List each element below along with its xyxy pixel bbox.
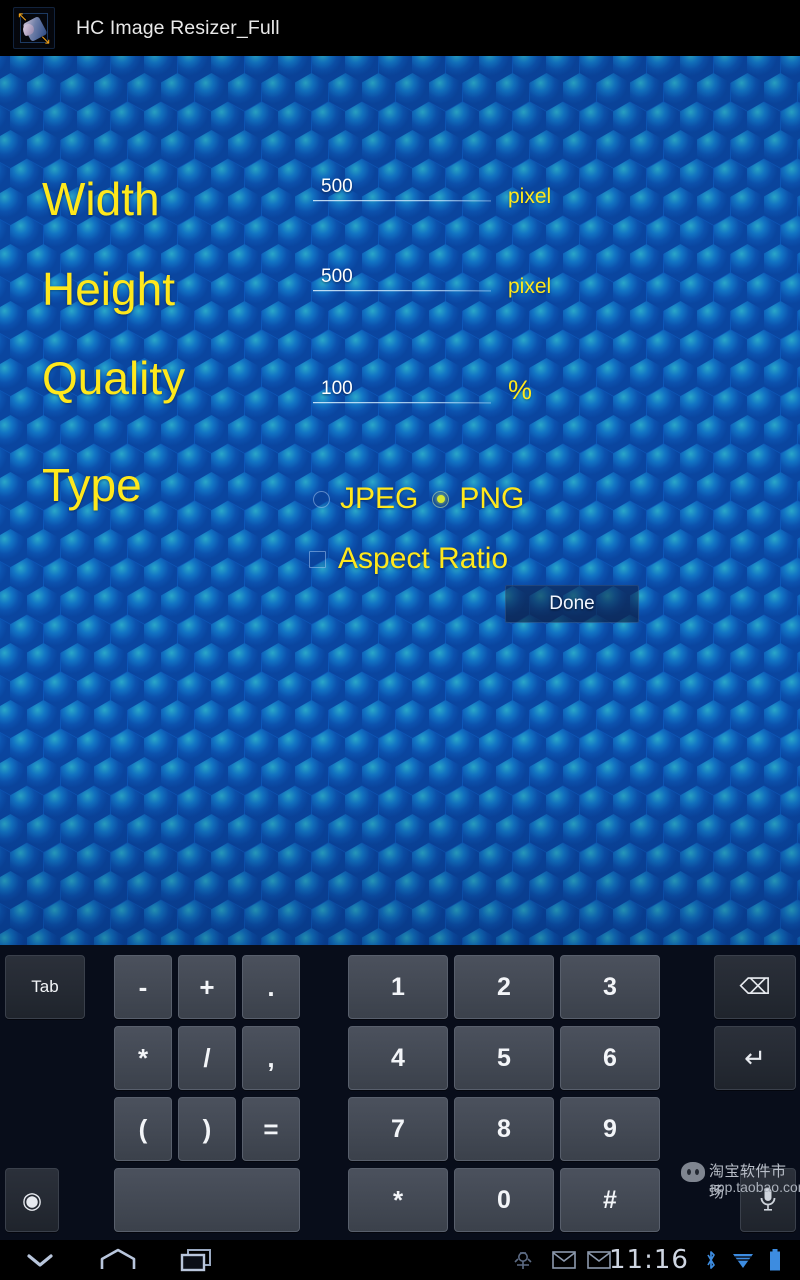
height-input-underline bbox=[313, 290, 491, 291]
nav-back-button[interactable] bbox=[8, 1240, 72, 1280]
title-bar: ↖ ↘ HC Image Resizer_Full bbox=[0, 0, 800, 56]
width-input-underline bbox=[313, 200, 491, 201]
width-unit-label: pixel bbox=[508, 185, 552, 208]
radio-png-label: PNG bbox=[459, 482, 525, 515]
home-icon bbox=[100, 1248, 136, 1269]
wifi-icon bbox=[733, 1254, 753, 1268]
quality-unit-label: % bbox=[508, 375, 533, 405]
key-1[interactable]: 1 bbox=[348, 955, 448, 1019]
resize-arrow-upleft-icon: ↖ bbox=[17, 9, 28, 24]
enter-icon: ↵ bbox=[744, 1043, 766, 1073]
usb-debug-status-icon bbox=[508, 1240, 538, 1280]
width-input-value: 500 bbox=[321, 176, 353, 197]
gmail-icon bbox=[587, 1251, 611, 1269]
key-enter[interactable]: ↵ bbox=[714, 1026, 796, 1090]
aspect-ratio-row[interactable]: Aspect Ratio bbox=[309, 544, 508, 574]
key-left-paren[interactable]: ( bbox=[114, 1097, 172, 1161]
usb-debug-icon bbox=[514, 1252, 532, 1269]
key-5[interactable]: 5 bbox=[454, 1026, 554, 1090]
battery-icon bbox=[770, 1249, 780, 1271]
key-period[interactable]: . bbox=[242, 955, 300, 1019]
height-unit-label: pixel bbox=[508, 275, 552, 298]
key-7[interactable]: 7 bbox=[348, 1097, 448, 1161]
quality-input-underline bbox=[313, 402, 491, 403]
mail-status-icon-1 bbox=[548, 1240, 580, 1280]
radio-jpeg[interactable] bbox=[313, 490, 330, 508]
key-2[interactable]: 2 bbox=[454, 955, 554, 1019]
hide-keyboard-chevron-icon bbox=[27, 1254, 53, 1267]
height-input-value: 500 bbox=[321, 266, 353, 287]
key-hash[interactable]: # bbox=[560, 1168, 660, 1232]
microphone-icon bbox=[760, 1188, 776, 1211]
key-3[interactable]: 3 bbox=[560, 955, 660, 1019]
key-6[interactable]: 6 bbox=[560, 1026, 660, 1090]
radio-jpeg-label: JPEG bbox=[340, 482, 419, 515]
type-label: Type bbox=[42, 459, 142, 511]
key-space[interactable] bbox=[114, 1168, 300, 1232]
app-content-area: Width 500 pixel Height 500 pixel Quality… bbox=[0, 56, 800, 945]
key-minus[interactable]: - bbox=[114, 955, 172, 1019]
quality-input[interactable]: 100 bbox=[313, 376, 491, 403]
aspect-ratio-checkbox[interactable] bbox=[309, 550, 326, 568]
done-button[interactable]: Done bbox=[505, 585, 639, 623]
resize-form: Width 500 pixel Height 500 pixel Quality… bbox=[0, 56, 800, 945]
status-clock: 11:16 bbox=[609, 1245, 689, 1275]
quality-label: Quality bbox=[42, 352, 186, 404]
on-screen-keyboard: Tab - + . 1 2 3 ⌫ * / , 4 5 6 ↵ ( ) = 7 … bbox=[0, 945, 800, 1240]
key-right-paren[interactable]: ) bbox=[178, 1097, 236, 1161]
nav-home-button[interactable] bbox=[86, 1240, 150, 1280]
key-4[interactable]: 4 bbox=[348, 1026, 448, 1090]
key-comma[interactable]: , bbox=[242, 1026, 300, 1090]
key-plus[interactable]: + bbox=[178, 955, 236, 1019]
key-settings[interactable]: ◉ bbox=[5, 1168, 59, 1232]
width-input[interactable]: 500 bbox=[313, 174, 491, 201]
nav-recents-button[interactable] bbox=[165, 1240, 229, 1280]
key-voice-input[interactable] bbox=[740, 1168, 796, 1232]
quality-input-value: 100 bbox=[321, 378, 353, 399]
height-label: Height bbox=[42, 263, 175, 315]
bluetooth-icon bbox=[707, 1251, 715, 1269]
app-title: HC Image Resizer_Full bbox=[76, 16, 280, 39]
key-equals[interactable]: = bbox=[242, 1097, 300, 1161]
settings-icon: ◉ bbox=[21, 1186, 43, 1213]
wifi-status-icon bbox=[728, 1240, 758, 1280]
bluetooth-status-icon bbox=[700, 1240, 722, 1280]
key-8[interactable]: 8 bbox=[454, 1097, 554, 1161]
width-label: Width bbox=[42, 173, 160, 225]
recent-apps-icon bbox=[180, 1249, 211, 1272]
height-input[interactable]: 500 bbox=[313, 264, 491, 291]
key-backspace[interactable]: ⌫ bbox=[714, 955, 796, 1019]
key-tab[interactable]: Tab bbox=[5, 955, 85, 1019]
resize-arrow-downright-icon: ↘ bbox=[40, 32, 51, 47]
key-0[interactable]: 0 bbox=[454, 1168, 554, 1232]
app-icon: ↖ ↘ bbox=[13, 7, 55, 49]
radio-png[interactable] bbox=[432, 490, 450, 508]
key-asterisk-left[interactable]: * bbox=[114, 1026, 172, 1090]
aspect-ratio-label: Aspect Ratio bbox=[338, 542, 509, 575]
backspace-icon: ⌫ bbox=[739, 974, 771, 999]
battery-status-icon bbox=[762, 1240, 788, 1280]
gmail-icon bbox=[552, 1251, 576, 1269]
system-navigation-bar: 11:16 bbox=[0, 1240, 800, 1280]
type-radio-group: JPEG PNG bbox=[313, 484, 538, 514]
key-slash[interactable]: / bbox=[178, 1026, 236, 1090]
key-9[interactable]: 9 bbox=[560, 1097, 660, 1161]
key-asterisk[interactable]: * bbox=[348, 1168, 448, 1232]
